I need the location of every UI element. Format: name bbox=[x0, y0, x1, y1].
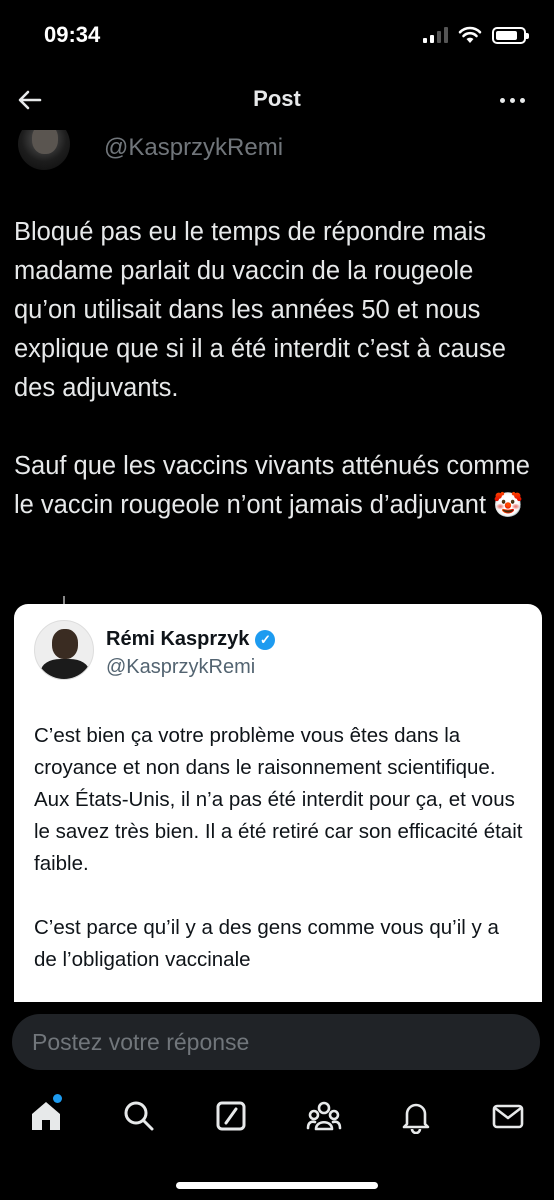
home-indicator bbox=[176, 1182, 378, 1189]
quoted-author-name: Rémi Kasprzyk ✓ bbox=[106, 628, 276, 651]
more-dot-icon bbox=[510, 97, 515, 103]
signal-icon bbox=[423, 27, 448, 43]
post-paragraph-text: Sauf que les vaccins vivants atténués co… bbox=[14, 452, 530, 519]
quoted-post-image[interactable]: Rémi Kasprzyk ✓ @KasprzykRemi C’est bien… bbox=[14, 604, 542, 1014]
post-paragraph: Bloqué pas eu le temps de répondre mais … bbox=[14, 218, 506, 402]
status-time: 09:34 bbox=[44, 22, 101, 47]
battery-icon bbox=[492, 26, 529, 44]
grok-icon bbox=[216, 1101, 246, 1131]
page-title: Post bbox=[253, 86, 301, 111]
more-dot-icon bbox=[500, 97, 505, 103]
search-icon bbox=[124, 1101, 154, 1131]
notification-dot bbox=[53, 1094, 62, 1103]
post-text: Bloqué pas eu le temps de répondre mais … bbox=[14, 213, 542, 525]
nav-grok[interactable] bbox=[213, 1098, 249, 1134]
clown-face-icon: 🤡 bbox=[493, 492, 524, 519]
nav-home[interactable] bbox=[28, 1098, 64, 1134]
more-dot-icon bbox=[520, 97, 525, 103]
quoted-paragraph: C’est bien ça votre problème vous êtes d… bbox=[34, 724, 523, 875]
nav-search[interactable] bbox=[121, 1098, 157, 1134]
communities-icon bbox=[306, 1101, 342, 1131]
wifi-icon bbox=[458, 26, 482, 43]
verified-badge-icon: ✓ bbox=[255, 629, 276, 650]
quoted-text: C’est bien ça votre problème vous êtes d… bbox=[34, 720, 524, 1008]
home-icon bbox=[32, 1102, 60, 1130]
author-handle[interactable]: @KasprzykRemi bbox=[104, 134, 283, 162]
post-paragraph: Sauf que les vaccins vivants atténués co… bbox=[14, 447, 542, 525]
bell-icon bbox=[402, 1103, 430, 1135]
status-icons bbox=[423, 26, 529, 44]
nav-notifications[interactable] bbox=[398, 1098, 434, 1135]
quoted-avatar bbox=[34, 620, 94, 680]
nav-communities[interactable] bbox=[306, 1098, 342, 1134]
nav-messages[interactable] bbox=[490, 1098, 526, 1134]
header: Post bbox=[0, 70, 554, 130]
quoted-paragraph: C’est parce qu’il y a des gens comme vou… bbox=[34, 916, 499, 971]
reply-input[interactable] bbox=[12, 1014, 540, 1070]
mail-icon bbox=[492, 1104, 524, 1129]
status-bar: 09:34 bbox=[0, 0, 554, 70]
reply-bar bbox=[0, 1002, 554, 1082]
more-options-button[interactable] bbox=[500, 94, 530, 106]
quoted-author-handle: @KasprzykRemi bbox=[106, 656, 256, 678]
quoted-author-name-text: Rémi Kasprzyk bbox=[106, 628, 250, 650]
